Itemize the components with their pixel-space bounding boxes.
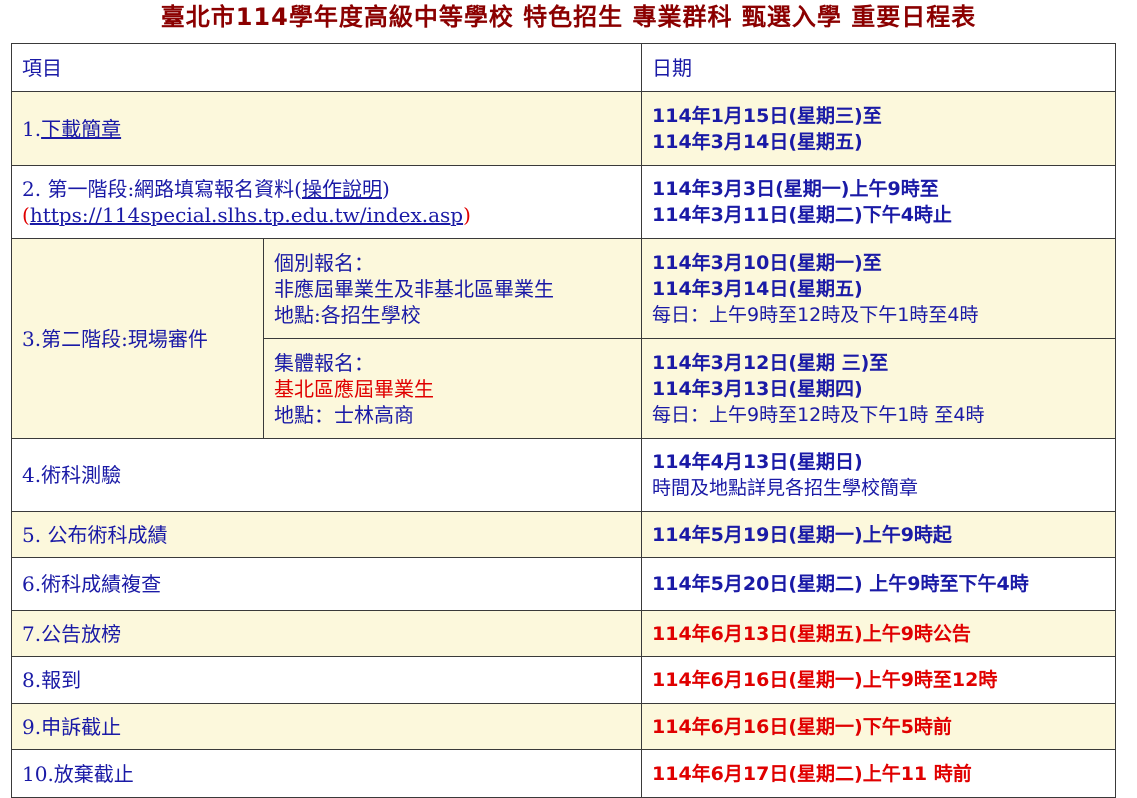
download-brochure-link[interactable]: 下載簡章 <box>41 117 121 141</box>
table-row: 1.下載簡章 114年1月15日(星期三)至 114年3月14日(星期五) <box>11 91 1116 166</box>
row3-sub2-date-line2: 114年3月13日(星期四) <box>652 377 863 400</box>
row2-label-suffix: ) <box>381 177 390 201</box>
row2-date-line1: 114年3月3日(星期一)上午9時至 <box>652 178 939 200</box>
schedule-table: 項目 日期 1.下載簡章 114年1月15日(星期三)至 114年3月14日(星… <box>11 43 1116 798</box>
row10-item: 10.放棄截止 <box>11 749 642 798</box>
row2-url-open-paren: ( <box>22 203 30 227</box>
row2-date-line2: 114年3月11日(星期二)下午4時止 <box>652 204 952 226</box>
row9-item: 9.申訴截止 <box>11 703 642 750</box>
row3-sub1-line1: 個別報名： <box>274 250 374 275</box>
row9-date: 114年6月16日(星期一)下午5時前 <box>641 703 1116 750</box>
row4-date-line2: 時間及地點詳見各招生學校簡章 <box>652 477 919 499</box>
table-row: 4.術科測驗 114年4月13日(星期日) 時間及地點詳見各招生學校簡章 <box>11 438 1116 512</box>
row3-sub2-line3: 地點：士林高商 <box>274 402 414 427</box>
row3-sub2-line1: 集體報名： <box>274 350 374 375</box>
row4-date-line1: 114年4月13日(星期日) <box>652 451 863 473</box>
row8-date-line1: 114年6月16日(星期一)上午9時至12時 <box>652 669 998 691</box>
row5-date-line1: 114年5月19日(星期一)上午9時起 <box>652 523 952 546</box>
row1-item: 1.下載簡章 <box>11 91 642 166</box>
row3-sub2-date-line1: 114年3月12日(星期 三)至 <box>652 351 889 374</box>
row4-date: 114年4月13日(星期日) 時間及地點詳見各招生學校簡章 <box>641 438 1116 512</box>
table-row: 10.放棄截止 114年6月17日(星期二)上午11 時前 <box>11 749 1116 798</box>
table-row: 3.第二階段:現場審件 個別報名： 非應屆畢業生及非基北區畢業生 地點:各招生學… <box>11 238 1116 439</box>
row1-number: 1. <box>22 116 42 141</box>
row3-sub1-date-line2: 114年3月14日(星期五) <box>652 277 863 300</box>
table-row: 7.公告放榜 114年6月13日(星期五)上午9時公告 <box>11 610 1116 657</box>
row5-item: 5. 公布術科成績 <box>11 511 642 558</box>
row2-item: 2. 第一階段:網路填寫報名資料(操作說明) (https://114speci… <box>11 165 642 239</box>
registration-url-link[interactable]: https://114special.slhs.tp.edu.tw/index.… <box>30 203 463 227</box>
row10-date-line1: 114年6月17日(星期二)上午11 時前 <box>652 762 972 785</box>
table-row: 8.報到 114年6月16日(星期一)上午9時至12時 <box>11 656 1116 704</box>
table-row: 9.申訴截止 114年6月16日(星期一)下午5時前 <box>11 703 1116 750</box>
row3-sub1-line2: 非應屆畢業生及非基北區畢業生 <box>274 276 554 301</box>
row1-date-line1: 114年1月15日(星期三)至 <box>652 104 882 127</box>
row6-item: 6.術科成績複查 <box>11 557 642 611</box>
row10-date: 114年6月17日(星期二)上午11 時前 <box>641 749 1116 798</box>
row1-date-line2: 114年3月14日(星期五) <box>652 130 863 153</box>
row7-date-line1: 114年6月13日(星期五)上午9時公告 <box>652 622 971 645</box>
row6-date: 114年5月20日(星期二) 上午9時至下午4時 <box>641 557 1116 611</box>
row2-label-prefix: 2. 第一階段:網路填寫報名資料( <box>22 177 302 201</box>
row6-date-line1: 114年5月20日(星期二) 上午9時至下午4時 <box>652 573 1029 595</box>
table-header-row: 項目 日期 <box>11 43 1116 92</box>
row5-date: 114年5月19日(星期一)上午9時起 <box>641 511 1116 558</box>
row3-sub2-line2: 基北區應屆畢業生 <box>274 376 434 401</box>
row7-item: 7.公告放榜 <box>11 610 642 657</box>
row4-item: 4.術科測驗 <box>11 438 642 512</box>
header-item: 項目 <box>11 43 642 92</box>
table-row: 5. 公布術科成績 114年5月19日(星期一)上午9時起 <box>11 511 1116 558</box>
row2-url-close-paren: ) <box>463 203 471 227</box>
row3-item: 3.第二階段:現場審件 <box>11 238 264 439</box>
page-title: 臺北市114學年度高級中等學校 特色招生 專業群科 甄選入學 重要日程表 <box>160 3 977 31</box>
row3-sub1-date-line1: 114年3月10日(星期一)至 <box>652 251 882 274</box>
row3-sub2-date-line3: 每日：上午9時至12時及下午1時 至4時 <box>652 403 985 426</box>
row3-sub2-item: 集體報名： 基北區應屆畢業生 地點：士林高商 <box>263 338 642 439</box>
row8-item: 8.報到 <box>11 656 642 704</box>
header-date: 日期 <box>641 43 1116 92</box>
row7-date: 114年6月13日(星期五)上午9時公告 <box>641 610 1116 657</box>
table-row: 6.術科成績複查 114年5月20日(星期二) 上午9時至下午4時 <box>11 557 1116 611</box>
row3-sub2-date: 114年3月12日(星期 三)至 114年3月13日(星期四) 每日：上午9時至… <box>641 338 1116 439</box>
row1-date: 114年1月15日(星期三)至 114年3月14日(星期五) <box>641 91 1116 166</box>
row3-sub1-item: 個別報名： 非應屆畢業生及非基北區畢業生 地點:各招生學校 <box>263 238 642 339</box>
row9-date-line1: 114年6月16日(星期一)下午5時前 <box>652 715 952 738</box>
table-row: 2. 第一階段:網路填寫報名資料(操作說明) (https://114speci… <box>11 165 1116 239</box>
row3-sub1-line3: 地點:各招生學校 <box>274 302 421 327</box>
operation-guide-link[interactable]: 操作說明 <box>302 177 382 201</box>
row2-date: 114年3月3日(星期一)上午9時至 114年3月11日(星期二)下午4時止 <box>641 165 1116 239</box>
row8-date: 114年6月16日(星期一)上午9時至12時 <box>641 656 1116 704</box>
row3-sub1-date: 114年3月10日(星期一)至 114年3月14日(星期五) 每日：上午9時至1… <box>641 238 1116 339</box>
row3-sub1-date-line3: 每日：上午9時至12時及下午1時至4時 <box>652 303 979 326</box>
